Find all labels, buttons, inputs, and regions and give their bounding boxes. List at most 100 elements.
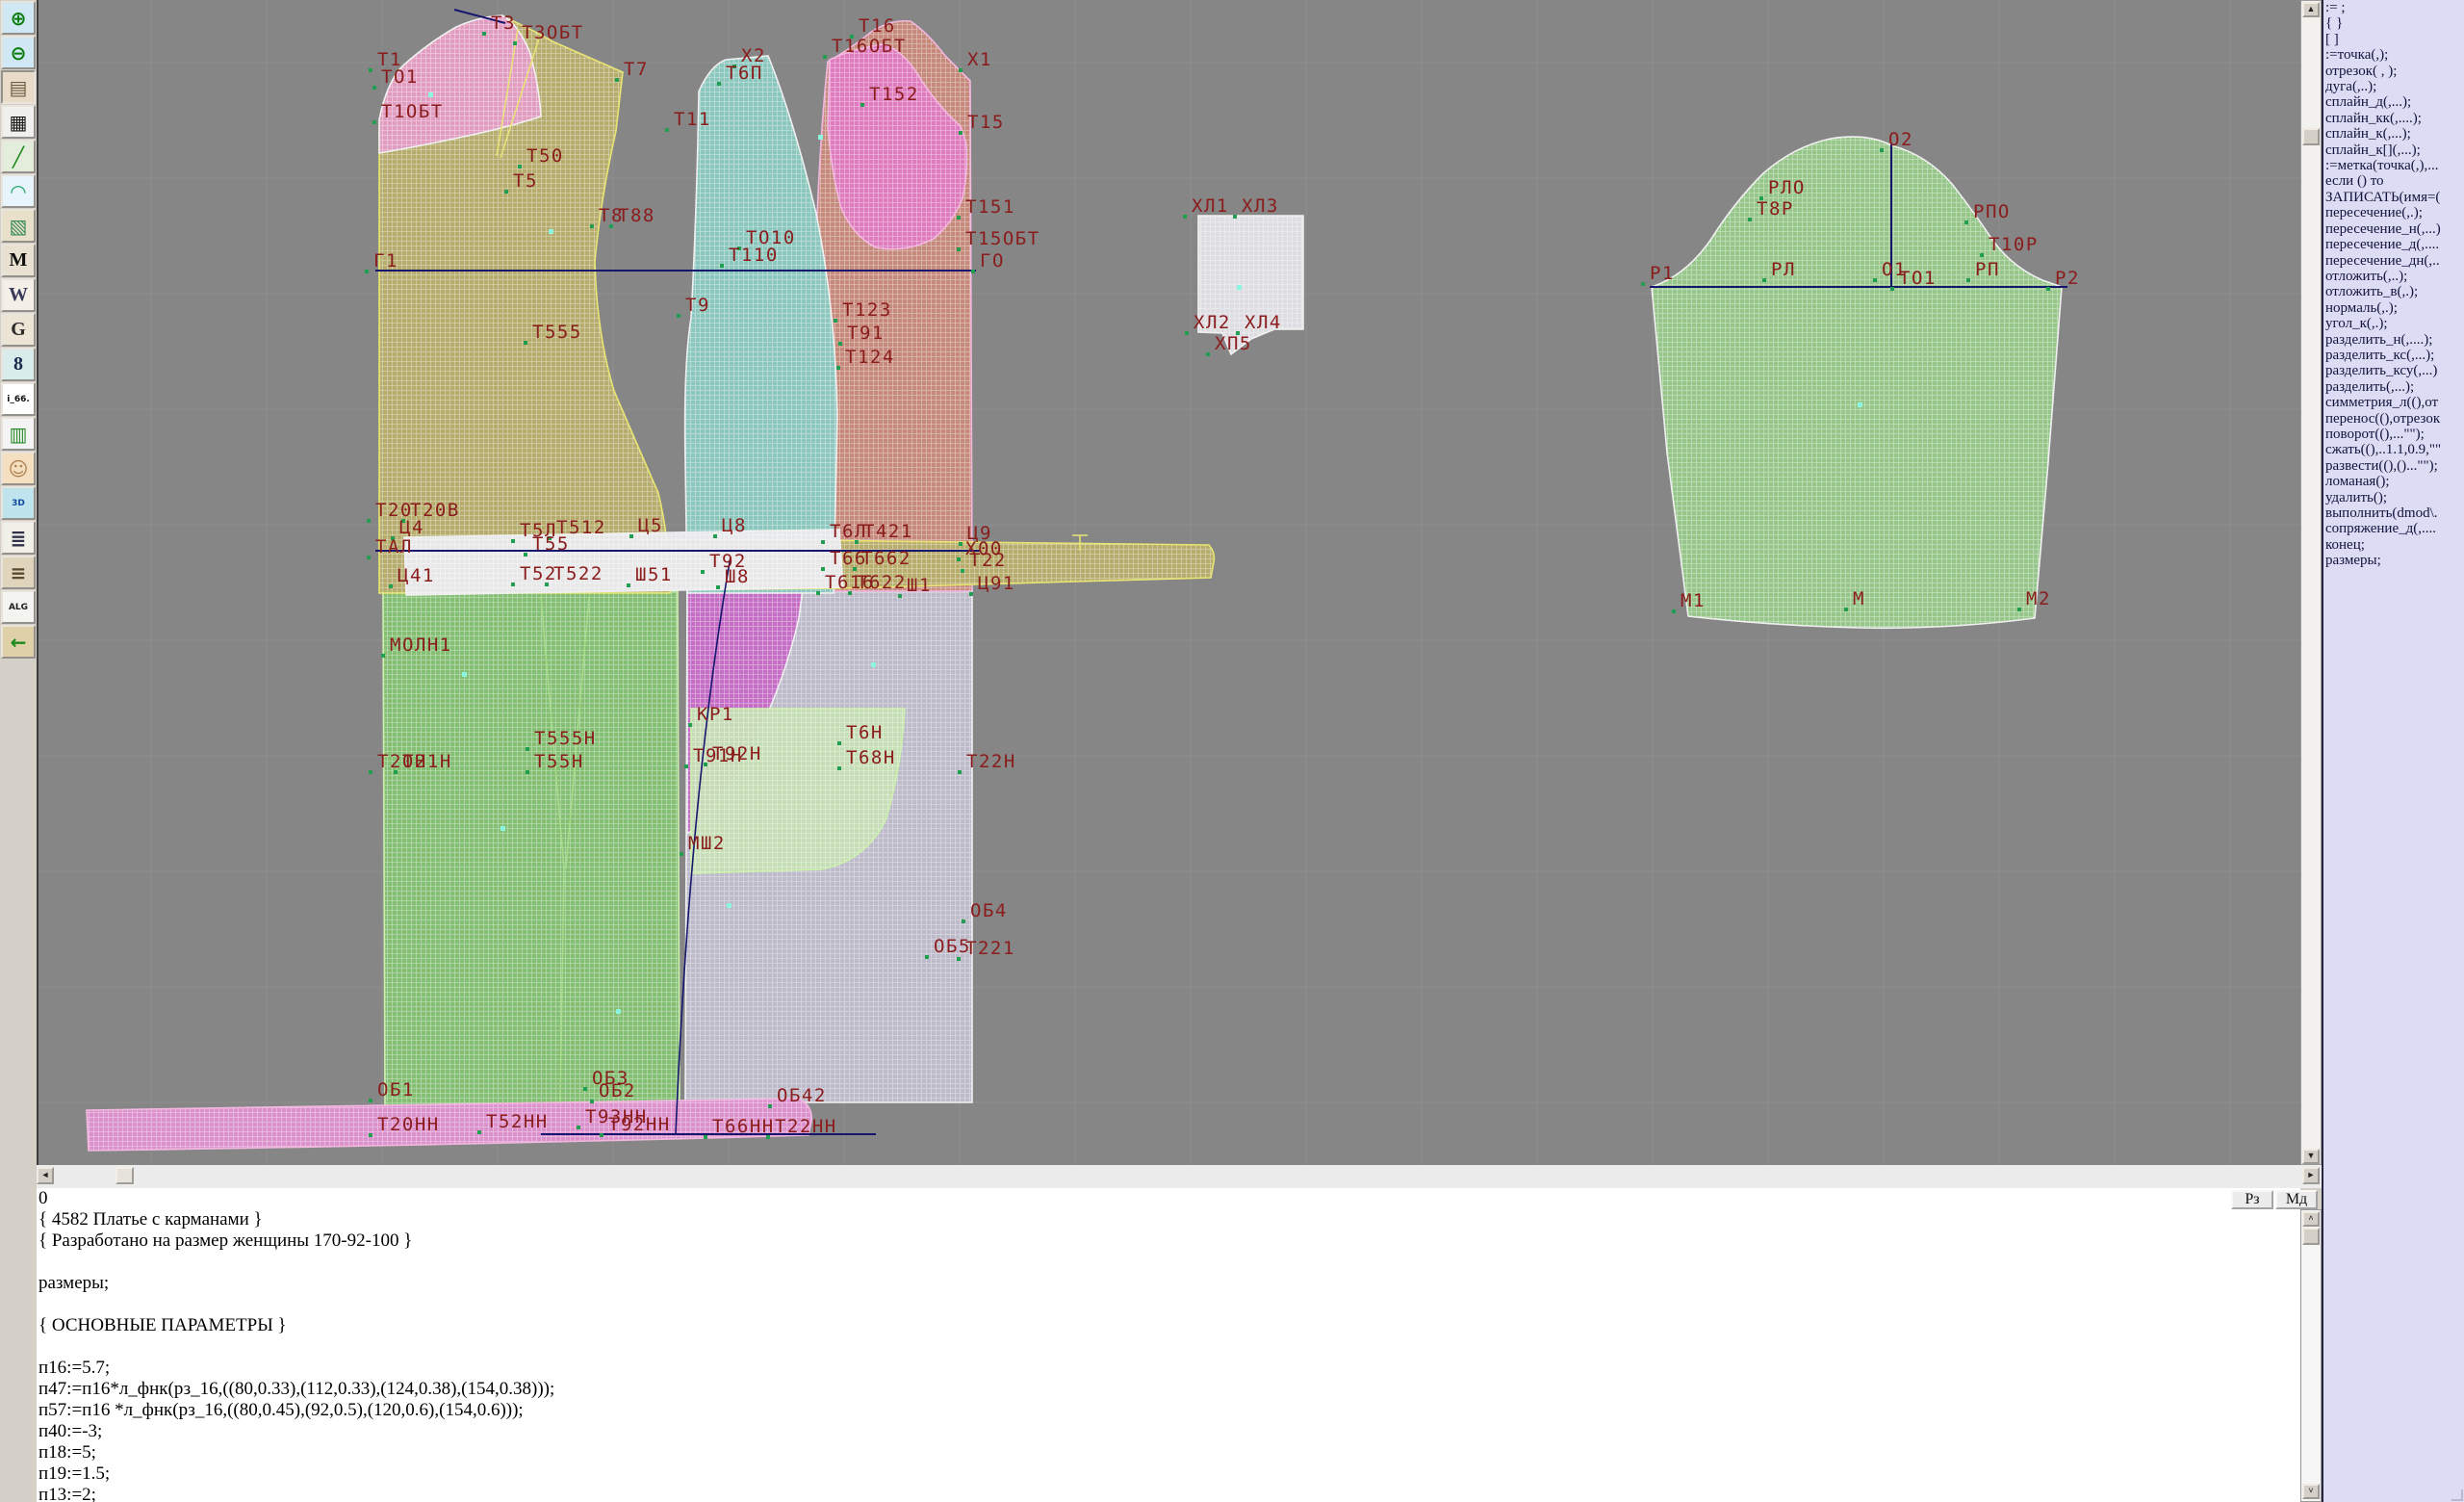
command-item[interactable]: размеры; (2323, 553, 2464, 568)
drafting-icon[interactable]: W (1, 278, 36, 312)
canvas-vertical-scrollbar[interactable]: ▲ ▼ (2300, 0, 2322, 1165)
command-item[interactable]: отложить_в(,.); (2323, 284, 2464, 299)
point-label: Т15ОБТ (965, 228, 1040, 249)
command-item[interactable]: пересечение_д(,.... (2323, 237, 2464, 252)
command-item[interactable]: дуга(,..); (2323, 79, 2464, 94)
point-marker (961, 569, 964, 573)
scroll-down-button[interactable]: ▼ (2302, 1149, 2320, 1164)
point-marker (389, 584, 393, 588)
resize-grip[interactable] (2451, 1489, 2463, 1501)
point-label: Т152 (869, 84, 919, 105)
piece-waist_white[interactable] (404, 530, 843, 595)
editor-scroll-up-button[interactable]: ˄ (2302, 1211, 2320, 1227)
command-item[interactable]: если () то (2323, 173, 2464, 189)
command-item[interactable]: сплайн_к(,...); (2323, 126, 2464, 142)
grid-icon[interactable]: ▦ (1, 105, 36, 139)
canvas-vscroll-thumb[interactable] (2302, 128, 2320, 145)
command-item[interactable]: сплайн_к[](,...); (2323, 142, 2464, 158)
md-button[interactable]: Мд (2275, 1190, 2318, 1209)
point-marker (688, 723, 692, 727)
reference-dot (500, 826, 505, 831)
point-marker (526, 747, 529, 751)
g-icon[interactable]: G (1, 313, 36, 347)
command-item[interactable]: ломаная(); (2323, 474, 2464, 489)
point-label: Т6П (726, 63, 763, 84)
scroll-right-button[interactable]: ► (2302, 1167, 2320, 1184)
pattern-canvas[interactable]: Т3Т3ОБТТ1ТО1Т1ОБТТ7Х2Т6ПТ16Т16ОБТХ1Т11Т1… (37, 0, 2300, 1165)
command-item[interactable]: поворот((),...""); (2323, 427, 2464, 442)
photo-icon[interactable]: ☺ (1, 452, 36, 485)
command-item[interactable]: ЗАПИСАТЬ(имя=( (2323, 190, 2464, 205)
i66-label[interactable]: i_66. (1, 382, 36, 416)
command-item[interactable]: выполнить(dmod\. (2323, 505, 2464, 521)
command-item[interactable]: разделить(,...); (2323, 379, 2464, 395)
command-item[interactable]: конец; (2323, 537, 2464, 553)
point-label: Ц5 (638, 515, 663, 536)
point-marker (716, 585, 720, 589)
zoom-in-icon[interactable]: ⊕ (1, 1, 36, 35)
command-item[interactable]: пересечение_н(,...) (2323, 221, 2464, 237)
command-item[interactable]: [ ] (2323, 32, 2464, 47)
command-item[interactable]: сплайн_кк(,....); (2323, 111, 2464, 126)
command-item[interactable]: разделить_н(,....); (2323, 332, 2464, 348)
3d-icon[interactable]: 3D (1, 486, 36, 520)
command-item[interactable]: пересечение(,.); (2323, 205, 2464, 220)
pattern-drawing[interactable]: Т3Т3ОБТТ1ТО1Т1ОБТТ7Х2Т6ПТ16Т16ОБТХ1Т11Т1… (38, 0, 2302, 1165)
command-item[interactable]: :=метка(точка(,),... (2323, 158, 2464, 173)
command-item[interactable]: отложить(,..); (2323, 269, 2464, 284)
editor-scroll-down-button[interactable]: ˅ (2302, 1484, 2320, 1499)
curve-icon[interactable]: ◠ (1, 174, 36, 208)
command-item[interactable]: разделить_кс(,...); (2323, 348, 2464, 363)
books-icon[interactable]: ≡ (1, 556, 36, 589)
point-marker (1183, 215, 1187, 219)
alg-label[interactable]: ALG (1, 590, 36, 624)
point-marker (511, 539, 515, 543)
command-item[interactable]: нормаль(,.); (2323, 300, 2464, 316)
command-item[interactable]: { } (2323, 15, 2464, 31)
zoom-out-icon[interactable]: ⊖ (1, 36, 36, 69)
text-lines-icon[interactable]: ≣ (1, 521, 36, 555)
point-marker (590, 1100, 594, 1103)
table-icon[interactable]: ▥ (1, 417, 36, 451)
point-label: Т66НН (712, 1116, 775, 1137)
point-label: Т55Н (534, 751, 584, 772)
measure-icon[interactable]: 8 (1, 348, 36, 381)
point-marker (369, 68, 372, 72)
point-label: ОБ1 (377, 1079, 415, 1101)
point-label: ОБ4 (970, 900, 1008, 921)
editor-vscroll-thumb[interactable] (2302, 1228, 2320, 1245)
command-item[interactable]: сжать((),..1.1,0.9,"" (2323, 442, 2464, 457)
point-label: Т11 (674, 109, 711, 130)
scroll-left-button[interactable]: ◄ (37, 1167, 54, 1184)
canvas-hscroll-thumb[interactable] (116, 1167, 134, 1184)
point-label: Т110 (729, 245, 779, 266)
rz-button[interactable]: Рз (2231, 1190, 2273, 1209)
command-item[interactable]: разделить_ксу(,...) (2323, 363, 2464, 378)
command-item[interactable]: сплайн_д(,...); (2323, 94, 2464, 110)
command-item[interactable]: := ; (2323, 0, 2464, 15)
command-item[interactable]: отрезок( , ); (2323, 64, 2464, 79)
command-item[interactable]: перенос((),отрезок (2323, 411, 2464, 427)
m-icon[interactable]: M (1, 244, 36, 277)
command-item[interactable]: :=точка(,); (2323, 47, 2464, 63)
command-item[interactable]: удалить(); (2323, 490, 2464, 505)
exit-icon[interactable]: ← (1, 625, 36, 659)
pattern-card-icon[interactable]: ▧ (1, 209, 36, 243)
command-item[interactable]: развести((),()...""); (2323, 458, 2464, 474)
command-item[interactable]: пересечение_дн(,.. (2323, 253, 2464, 269)
documents-icon[interactable]: ▤ (1, 70, 36, 104)
segment-icon[interactable]: ╱ (1, 140, 36, 173)
code-line: п40:=-3; (0, 1421, 2300, 1442)
point-marker (704, 1135, 707, 1139)
scroll-up-button[interactable]: ▲ (2302, 2, 2320, 17)
command-item[interactable]: угол_к(,.); (2323, 316, 2464, 331)
command-item[interactable]: сопряжение_д(,.... (2323, 521, 2464, 536)
code-editor[interactable]: 0{ 4582 Платье с карманами }{ Разработан… (0, 1188, 2300, 1502)
canvas-horizontal-scrollbar[interactable]: ◄ ► (0, 1165, 2322, 1188)
point-label: Ш1 (907, 575, 932, 596)
command-item[interactable]: симметрия_л((),от (2323, 395, 2464, 410)
editor-vertical-scrollbar[interactable]: ˄ ˅ (2300, 1209, 2322, 1502)
point-marker (1964, 220, 1968, 224)
piece-skirt_green[interactable] (383, 591, 680, 1105)
point-label: ХЛ2 (1194, 312, 1231, 333)
